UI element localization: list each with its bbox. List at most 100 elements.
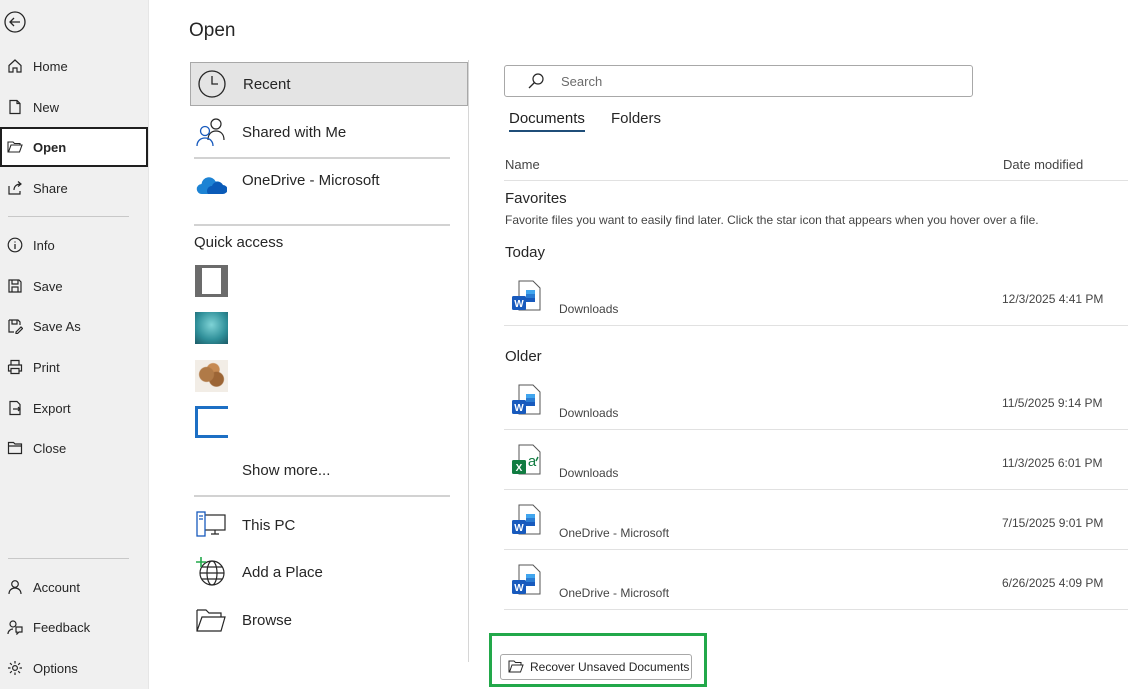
options-icon bbox=[7, 660, 23, 676]
nav-print-label: Print bbox=[33, 359, 60, 375]
group-older: Older bbox=[505, 348, 542, 365]
nav-feedback[interactable]: Feedback bbox=[0, 607, 148, 647]
nav-save-as-label: Save As bbox=[33, 318, 81, 334]
file-name-redacted bbox=[552, 564, 686, 584]
svg-text:W: W bbox=[514, 403, 524, 414]
svg-text:X: X bbox=[516, 463, 523, 474]
location-add-place[interactable]: Add a Place bbox=[190, 550, 468, 594]
search-box[interactable] bbox=[504, 65, 973, 97]
close-folder-icon bbox=[7, 440, 23, 456]
open-folder-icon bbox=[7, 139, 23, 155]
quick-access-title: Quick access bbox=[194, 234, 284, 251]
redacted-account bbox=[240, 193, 410, 215]
nav-home[interactable]: Home bbox=[0, 46, 148, 86]
file-location: Downloads bbox=[559, 406, 619, 420]
export-icon bbox=[7, 400, 23, 416]
nav-open[interactable]: Open bbox=[0, 127, 148, 167]
favorites-hint: Favorite files you want to easily find l… bbox=[505, 213, 1039, 227]
word-file-icon: W bbox=[511, 503, 545, 537]
file-date: 11/5/2025 9:14 PM bbox=[1002, 396, 1103, 410]
quick-access-thumbnail[interactable] bbox=[195, 360, 228, 392]
file-date: 6/26/2025 4:09 PM bbox=[1002, 576, 1104, 590]
file-row[interactable]: W OneDrive - Microsoft 6/26/2025 4:09 PM bbox=[504, 550, 1128, 610]
file-row[interactable]: W OneDrive - Microsoft 7/15/2025 9:01 PM bbox=[504, 490, 1128, 550]
file-location: Downloads bbox=[559, 302, 619, 316]
location-add-place-label: Add a Place bbox=[242, 563, 323, 581]
nav-export[interactable]: Export bbox=[0, 388, 148, 428]
folder-icon bbox=[195, 604, 227, 636]
nav-close-label: Close bbox=[33, 440, 67, 456]
favorites-title: Favorites bbox=[505, 190, 567, 207]
info-icon bbox=[7, 237, 23, 253]
file-name-redacted bbox=[556, 442, 718, 462]
column-name[interactable]: Name bbox=[505, 157, 540, 172]
file-row[interactable]: W Downloads 12/3/2025 4:41 PM bbox=[504, 266, 1128, 326]
tab-documents[interactable]: Documents bbox=[509, 110, 585, 132]
people-icon bbox=[195, 116, 227, 148]
onedrive-cloud-icon bbox=[195, 170, 227, 202]
column-date-modified[interactable]: Date modified bbox=[1003, 157, 1083, 172]
header-divider bbox=[504, 180, 1128, 181]
nav-options[interactable]: Options bbox=[0, 648, 148, 688]
save-as-icon bbox=[7, 318, 23, 334]
group-today: Today bbox=[505, 244, 546, 261]
recover-unsaved-documents-button[interactable]: Recover Unsaved Documents bbox=[500, 654, 692, 680]
computer-icon bbox=[195, 509, 227, 541]
quick-access-thumbnail[interactable] bbox=[195, 312, 228, 344]
file-name-redacted bbox=[556, 504, 684, 524]
file-date: 11/3/2025 6:01 PM bbox=[1002, 456, 1103, 470]
clock-icon bbox=[197, 69, 227, 99]
nav-save[interactable]: Save bbox=[0, 266, 148, 306]
feedback-icon bbox=[7, 619, 23, 635]
nav-save-as[interactable]: Save As bbox=[0, 306, 148, 346]
show-more-link[interactable]: Show more... bbox=[242, 462, 330, 479]
nav-new[interactable]: New bbox=[0, 87, 148, 127]
nav-export-label: Export bbox=[33, 400, 71, 416]
nav-account[interactable]: Account bbox=[0, 567, 148, 607]
search-input[interactable] bbox=[561, 73, 941, 89]
nav-share[interactable]: Share bbox=[0, 168, 148, 208]
folder-open-icon bbox=[508, 660, 524, 674]
location-this-pc[interactable]: This PC bbox=[190, 503, 468, 547]
nav-close[interactable]: Close bbox=[0, 428, 148, 468]
open-pane: Open Recent Shared with Me OneDrive - Mi… bbox=[149, 0, 1128, 689]
globe-add-icon bbox=[195, 556, 227, 588]
nav-save-label: Save bbox=[33, 278, 63, 294]
nav-new-label: New bbox=[33, 99, 60, 115]
location-shared-label: Shared with Me bbox=[242, 123, 347, 141]
file-location: OneDrive - Microsoft bbox=[559, 526, 670, 540]
back-arrow-icon[interactable] bbox=[4, 11, 26, 33]
nav-account-label: Account bbox=[33, 579, 80, 595]
nav-print[interactable]: Print bbox=[0, 347, 148, 387]
nav-info-label: Info bbox=[33, 237, 55, 253]
tab-folders[interactable]: Folders bbox=[611, 110, 661, 127]
new-document-icon bbox=[7, 99, 23, 115]
nav-feedback-label: Feedback bbox=[33, 619, 91, 635]
word-file-icon: W bbox=[511, 383, 545, 417]
nav-open-label: Open bbox=[33, 139, 67, 155]
nav-options-label: Options bbox=[33, 660, 78, 676]
location-browse[interactable]: Browse bbox=[190, 598, 468, 642]
location-shared[interactable]: Shared with Me bbox=[190, 110, 468, 154]
backstage-nav: Home New Open Share Info Save Save As Pr… bbox=[0, 0, 149, 689]
location-recent[interactable]: Recent bbox=[190, 62, 468, 106]
home-icon bbox=[7, 58, 23, 74]
svg-text:W: W bbox=[514, 523, 524, 534]
word-file-icon: W bbox=[511, 279, 545, 313]
location-browse-label: Browse bbox=[242, 611, 293, 629]
nav-home-label: Home bbox=[33, 58, 68, 74]
print-icon bbox=[7, 359, 23, 375]
nav-info[interactable]: Info bbox=[0, 225, 148, 265]
locations-divider bbox=[194, 495, 450, 497]
search-icon bbox=[527, 72, 545, 90]
quick-access-thumbnail[interactable] bbox=[195, 406, 228, 438]
location-this-pc-label: This PC bbox=[242, 516, 296, 534]
quick-access-thumbnail[interactable] bbox=[195, 265, 228, 297]
excel-file-icon: aX bbox=[511, 443, 545, 477]
file-row[interactable]: W Downloads 11/5/2025 9:14 PM bbox=[504, 370, 1128, 430]
file-location: Downloads bbox=[559, 466, 619, 480]
save-icon bbox=[7, 278, 23, 294]
locations-divider bbox=[194, 224, 450, 226]
svg-text:a: a bbox=[528, 453, 537, 470]
file-row[interactable]: aX Downloads 11/3/2025 6:01 PM bbox=[504, 430, 1128, 490]
